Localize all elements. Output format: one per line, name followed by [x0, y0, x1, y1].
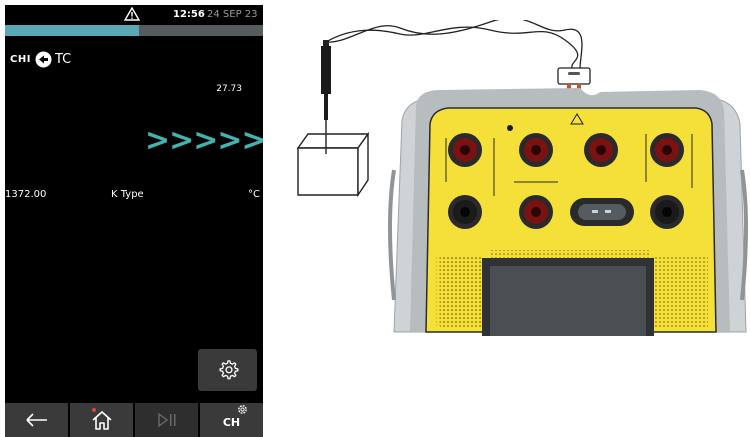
terminal-com [448, 195, 482, 229]
progress-bar [5, 25, 263, 36]
connection-diagram [296, 20, 748, 336]
terminal-com-2 [650, 195, 684, 229]
unit-label[interactable]: °C [248, 189, 260, 200]
temperature-block [296, 131, 370, 198]
calibrator-device [388, 88, 748, 336]
home-button[interactable] [70, 403, 133, 437]
gear-icon [238, 404, 247, 414]
thermocouple-socket [570, 198, 634, 226]
terminal-v-hz [448, 133, 482, 167]
arrow-left-icon [25, 413, 47, 427]
channel-menu-button[interactable]: CH [200, 403, 263, 437]
warning-triangle-icon[interactable] [124, 7, 140, 21]
range-value: 1372.00 [5, 189, 47, 200]
input-value: 27.73 [216, 84, 242, 94]
navigation-bar: CH [5, 403, 263, 437]
sensor-type[interactable]: K Type [111, 189, 144, 200]
thermocouple-cable [325, 20, 583, 69]
channel-label: CHI [10, 53, 31, 65]
progress-fill [5, 25, 140, 36]
device-screen: 12:56 24 SEP 23 CHI TC 27.73 >>>>> 1372.… [5, 5, 263, 437]
channel-type: TC [54, 51, 72, 67]
channel-menu-label: CH [222, 415, 241, 429]
arrow-left-circle-icon [35, 51, 52, 67]
play-pause-button[interactable] [135, 403, 198, 437]
settings-button[interactable] [198, 349, 257, 391]
status-bar: 12:56 24 SEP 23 [5, 5, 263, 27]
channel-menu-icon: CH [222, 404, 247, 430]
terminal-ohm [584, 133, 618, 167]
terminal-ma-i [650, 133, 684, 167]
terminal-ma-2w [519, 133, 553, 167]
date: 24 SEP 23 [207, 9, 258, 20]
back-button[interactable] [5, 403, 68, 437]
channel-header[interactable]: CHI TC [10, 50, 71, 68]
direction-arrows: >>>>> [145, 123, 263, 158]
home-icon [91, 411, 112, 430]
clock: 12:56 [173, 9, 205, 20]
gear-icon [218, 360, 239, 380]
notification-dot [92, 408, 96, 412]
terminal-ma-3w [519, 195, 553, 229]
play-pause-icon [157, 412, 175, 428]
